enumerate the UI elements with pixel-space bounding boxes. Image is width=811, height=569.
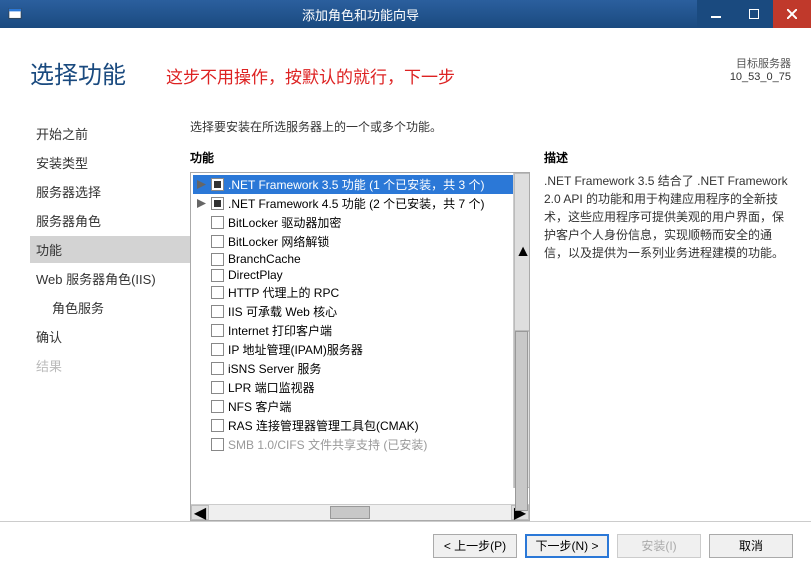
expand-placeholder (195, 363, 207, 375)
feature-checkbox[interactable] (211, 235, 224, 248)
window-title: 添加角色和功能向导 (24, 5, 697, 24)
expand-placeholder (195, 344, 207, 356)
feature-label: Internet 打印客户端 (228, 322, 332, 339)
feature-row[interactable]: iSNS Server 服务 (193, 359, 527, 378)
app-icon (6, 5, 24, 23)
feature-row[interactable]: SMB 1.0/CIFS 文件共享支持 (已安装) (193, 435, 527, 454)
feature-label: BitLocker 驱动器加密 (228, 214, 341, 231)
expand-placeholder (195, 306, 207, 318)
hscroll-thumb[interactable] (330, 506, 370, 519)
destination-value: 10_53_0_75 (730, 71, 791, 83)
feature-row[interactable]: IP 地址管理(IPAM)服务器 (193, 340, 527, 359)
nav-item-4[interactable]: 功能 (30, 236, 190, 263)
description-heading: 描述 (544, 149, 791, 166)
feature-checkbox[interactable] (211, 381, 224, 394)
titlebar: 添加角色和功能向导 (0, 0, 811, 28)
feature-row[interactable]: BranchCache (193, 251, 527, 267)
feature-checkbox[interactable] (211, 269, 224, 282)
maximize-button[interactable] (735, 0, 773, 28)
expand-placeholder (195, 420, 207, 432)
feature-checkbox[interactable] (211, 419, 224, 432)
vertical-scrollbar[interactable]: ▲ ▼ (513, 173, 529, 488)
feature-label: SMB 1.0/CIFS 文件共享支持 (已安装) (228, 436, 427, 453)
feature-checkbox[interactable] (211, 400, 224, 413)
feature-label: LPR 端口监视器 (228, 379, 315, 396)
feature-label: BranchCache (228, 252, 301, 266)
feature-label: iSNS Server 服务 (228, 360, 321, 377)
nav-item-5[interactable]: Web 服务器角色(IIS) (30, 265, 190, 292)
feature-label: .NET Framework 3.5 功能 (1 个已安装，共 3 个) (228, 176, 484, 193)
feature-row[interactable]: Internet 打印客户端 (193, 321, 527, 340)
feature-label: IIS 可承载 Web 核心 (228, 303, 337, 320)
expand-icon[interactable] (195, 198, 207, 210)
expand-placeholder (195, 253, 207, 265)
expand-placeholder (195, 325, 207, 337)
feature-row[interactable]: .NET Framework 4.5 功能 (2 个已安装，共 7 个) (193, 194, 527, 213)
horizontal-scrollbar[interactable]: ◀ ▶ (191, 504, 529, 520)
nav-item-0[interactable]: 开始之前 (30, 120, 190, 147)
expand-placeholder (195, 382, 207, 394)
feature-row[interactable]: DirectPlay (193, 267, 527, 283)
feature-checkbox[interactable] (211, 305, 224, 318)
next-button[interactable]: 下一步(N) > (525, 534, 609, 558)
previous-button[interactable]: < 上一步(P) (433, 534, 517, 558)
close-button[interactable] (773, 0, 811, 28)
feature-checkbox[interactable] (211, 286, 224, 299)
expand-placeholder (195, 236, 207, 248)
feature-row[interactable]: .NET Framework 3.5 功能 (1 个已安装，共 3 个) (193, 175, 527, 194)
nav-item-8: 结果 (30, 352, 190, 379)
feature-row[interactable]: RAS 连接管理器管理工具包(CMAK) (193, 416, 527, 435)
expand-placeholder (195, 401, 207, 413)
feature-checkbox[interactable] (211, 216, 224, 229)
feature-checkbox[interactable] (211, 178, 224, 191)
nav-item-7[interactable]: 确认 (30, 323, 190, 350)
wizard-footer: < 上一步(P) 下一步(N) > 安装(I) 取消 (0, 521, 811, 569)
intro-text: 选择要安装在所选服务器上的一个或多个功能。 (190, 118, 791, 135)
nav-item-1[interactable]: 安装类型 (30, 149, 190, 176)
features-tree[interactable]: .NET Framework 3.5 功能 (1 个已安装，共 3 个) .NET… (190, 172, 530, 521)
page-title: 选择功能 (30, 55, 126, 90)
feature-row[interactable]: HTTP 代理上的 RPC (193, 283, 527, 302)
feature-label: DirectPlay (228, 268, 283, 282)
feature-label: NFS 客户端 (228, 398, 291, 415)
nav-item-2[interactable]: 服务器选择 (30, 178, 190, 205)
destination-label: 目标服务器 (730, 55, 791, 71)
feature-checkbox[interactable] (211, 197, 224, 210)
feature-checkbox[interactable] (211, 438, 224, 451)
scroll-up-button[interactable]: ▲ (514, 173, 530, 331)
feature-row[interactable]: BitLocker 网络解锁 (193, 232, 527, 251)
feature-row[interactable]: IIS 可承载 Web 核心 (193, 302, 527, 321)
install-button[interactable]: 安装(I) (617, 534, 701, 558)
feature-row[interactable]: NFS 客户端 (193, 397, 527, 416)
feature-row[interactable]: LPR 端口监视器 (193, 378, 527, 397)
feature-checkbox[interactable] (211, 343, 224, 356)
feature-checkbox[interactable] (211, 362, 224, 375)
feature-label: .NET Framework 4.5 功能 (2 个已安装，共 7 个) (228, 195, 484, 212)
expand-placeholder (195, 439, 207, 451)
nav-item-3[interactable]: 服务器角色 (30, 207, 190, 234)
expand-placeholder (195, 287, 207, 299)
feature-label: RAS 连接管理器管理工具包(CMAK) (228, 417, 419, 434)
feature-checkbox[interactable] (211, 253, 224, 266)
features-heading: 功能 (190, 149, 530, 166)
wizard-nav: 开始之前安装类型服务器选择服务器角色功能Web 服务器角色(IIS)角色服务确认… (0, 28, 190, 521)
expand-placeholder (195, 269, 207, 281)
nav-item-6[interactable]: 角色服务 (30, 294, 190, 321)
feature-checkbox[interactable] (211, 324, 224, 337)
feature-row[interactable]: BitLocker 驱动器加密 (193, 213, 527, 232)
feature-label: HTTP 代理上的 RPC (228, 284, 339, 301)
instruction-banner: 这步不用操作，按默认的就行，下一步 (166, 63, 455, 88)
expand-placeholder (195, 217, 207, 229)
cancel-button[interactable]: 取消 (709, 534, 793, 558)
expand-icon[interactable] (195, 179, 207, 191)
feature-label: IP 地址管理(IPAM)服务器 (228, 341, 363, 358)
feature-label: BitLocker 网络解锁 (228, 233, 329, 250)
scroll-left-button[interactable]: ◀ (191, 505, 209, 520)
vscroll-thumb[interactable] (515, 331, 528, 511)
destination-server-box: 目标服务器 10_53_0_75 (730, 55, 791, 83)
description-text: .NET Framework 3.5 结合了 .NET Framework 2.… (544, 172, 791, 262)
minimize-button[interactable] (697, 0, 735, 28)
